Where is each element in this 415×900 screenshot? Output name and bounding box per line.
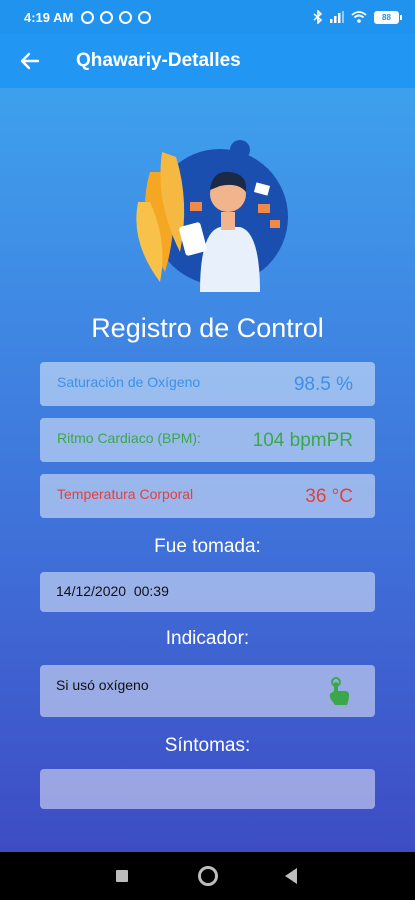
app-title: Qhawariy-Detalles (76, 50, 241, 71)
temperature-value: 36 °C (305, 486, 353, 507)
alarm-icon (81, 10, 95, 24)
heart-rate-value: 104 bpmPR (252, 430, 353, 451)
app-notification-icon (119, 10, 133, 24)
app-screen: 4:19 AM 88 Qhawariy-Detalles Registro de… (0, 0, 415, 852)
signal-icon (330, 11, 344, 23)
system-icons: 88 (313, 10, 402, 24)
indicator-label: Indicador: (165, 628, 250, 649)
taken-label: Fue tomada: (154, 536, 261, 557)
recent-apps-icon[interactable] (116, 870, 128, 882)
oxygen-saturation-value: 98.5 % (293, 374, 353, 395)
app-bar: Qhawariy-Detalles (0, 34, 415, 88)
page-title: Registro de Control (91, 313, 324, 343)
back-arrow-icon[interactable] (18, 46, 48, 76)
system-navigation-bar (0, 852, 415, 900)
taken-date-value: 14/12/2020 00:39 (56, 583, 169, 599)
symptoms-label: Síntomas: (164, 735, 251, 756)
temperature-label: Temperatura Corporal (57, 486, 194, 502)
back-nav-icon[interactable] (285, 868, 297, 884)
app-notification-icon (138, 10, 152, 24)
oxygen-saturation-label: Saturación de Oxígeno (57, 374, 201, 390)
symptoms-field (40, 769, 375, 809)
temperature-card: Temperatura Corporal 36 °C (40, 474, 375, 518)
notification-icons (81, 10, 152, 24)
touch-hand-icon (329, 677, 349, 705)
status-bar: 4:19 AM 88 (0, 0, 415, 34)
heart-rate-label: Ritmo Cardiaco (BPM): (57, 430, 201, 446)
spotify-icon (100, 10, 114, 24)
indicator-value: Si usó oxígeno (56, 677, 149, 693)
wifi-icon (351, 11, 367, 23)
oxygen-saturation-card: Saturación de Oxígeno 98.5 % (40, 362, 375, 406)
taken-date-field: 14/12/2020 00:39 (40, 572, 375, 612)
heart-rate-card: Ritmo Cardiaco (BPM): 104 bpmPR (40, 418, 375, 462)
doctor-illustration (136, 140, 288, 292)
home-icon[interactable] (198, 866, 218, 886)
bluetooth-icon (313, 10, 323, 24)
battery-icon: 88 (374, 10, 402, 24)
indicator-field: Si usó oxígeno (40, 665, 375, 717)
status-time: 4:19 AM (24, 9, 74, 25)
